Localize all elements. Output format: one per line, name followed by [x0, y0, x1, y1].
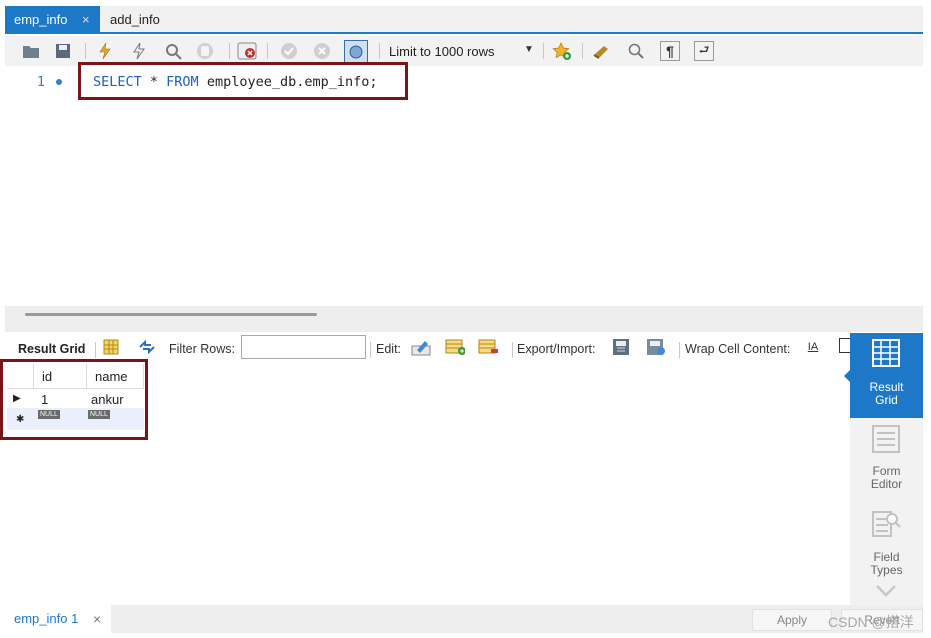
horizontal-scrollbar[interactable]	[25, 313, 317, 316]
wrap-icon[interactable]: ⮐	[694, 41, 714, 61]
refresh-icon[interactable]	[137, 337, 157, 357]
import-icon[interactable]	[646, 337, 666, 357]
toolbar-separator	[370, 342, 371, 358]
side-panel-label: Result Grid	[869, 380, 904, 407]
apply-button[interactable]: Apply	[752, 609, 832, 631]
toolbar-separator	[543, 43, 544, 59]
toolbar-separator	[95, 342, 96, 358]
form-editor-icon	[872, 425, 900, 453]
grid-layout-icon[interactable]	[101, 337, 121, 357]
edit-label: Edit:	[376, 342, 402, 356]
tab-add-info[interactable]: add_info	[110, 12, 160, 27]
filter-rows-input[interactable]	[241, 335, 366, 359]
stop-icon[interactable]	[195, 41, 215, 61]
toolbar-separator	[679, 342, 680, 358]
limit-rows-select[interactable]: Limit to 1000 rows	[389, 44, 495, 59]
close-icon[interactable]: ×	[93, 611, 101, 627]
toolbar-separator	[229, 43, 230, 59]
highlight-box-query	[78, 62, 408, 100]
tab-emp-info[interactable]: emp_info ×	[5, 6, 100, 32]
side-panel-field-types[interactable]: Field Types	[850, 503, 923, 588]
close-icon[interactable]: ×	[82, 12, 90, 27]
export-import-label: Export/Import:	[517, 342, 596, 356]
add-row-icon[interactable]	[445, 337, 465, 357]
filter-rows-label: Filter Rows:	[169, 342, 235, 356]
delete-row-icon[interactable]	[478, 337, 498, 357]
chevron-down-icon[interactable]: ▼	[524, 44, 534, 55]
execute-icon[interactable]	[95, 41, 115, 61]
open-folder-icon[interactable]	[21, 41, 41, 61]
tab-label: emp_info	[14, 12, 68, 27]
add-snippet-icon[interactable]	[552, 41, 572, 61]
tab-underline	[5, 32, 923, 34]
explain-icon[interactable]	[163, 41, 183, 61]
edit-row-icon[interactable]	[411, 337, 431, 357]
side-panel-result-grid[interactable]: Result Grid	[850, 333, 923, 418]
rollback-icon[interactable]	[312, 41, 332, 61]
export-icon[interactable]	[612, 337, 632, 357]
invisible-chars-icon[interactable]: ¶	[660, 41, 680, 61]
watermark: CSDN @搭洋	[828, 614, 914, 630]
field-types-icon	[872, 511, 901, 537]
panel-splitter[interactable]	[5, 306, 923, 332]
result-grid-icon	[872, 339, 900, 367]
toggle-error-icon[interactable]	[237, 41, 257, 61]
tab-label: emp_info 1	[14, 611, 79, 626]
statement-marker	[56, 79, 62, 85]
side-panel-label: Form Editor	[870, 464, 903, 491]
autocommit-icon[interactable]	[344, 40, 368, 64]
execute-current-icon[interactable]	[129, 41, 149, 61]
commit-icon[interactable]	[279, 41, 299, 61]
sql-editor[interactable]	[5, 66, 923, 306]
beautify-icon[interactable]	[592, 41, 612, 61]
side-panel-label: Field Types	[870, 550, 903, 577]
toolbar-separator	[512, 342, 513, 358]
toolbar-separator	[379, 43, 380, 59]
wrap-cell-content-label: Wrap Cell Content:	[685, 342, 791, 356]
side-panel-form-editor[interactable]: Form Editor	[850, 418, 923, 503]
find-icon[interactable]	[626, 41, 646, 61]
toolbar-separator	[267, 43, 268, 59]
active-pointer	[844, 368, 852, 384]
highlight-box-results	[0, 359, 148, 440]
tab-result-emp-info-1[interactable]: emp_info 1 ×	[5, 605, 111, 633]
toolbar-separator	[582, 43, 583, 59]
save-icon[interactable]	[53, 41, 73, 61]
chevron-down-icon[interactable]	[875, 584, 897, 601]
line-number: 1	[37, 75, 45, 90]
toolbar-separator	[85, 43, 86, 59]
result-grid-label: Result Grid	[18, 342, 86, 356]
wrap-cell-icon[interactable]: IA	[803, 337, 823, 357]
